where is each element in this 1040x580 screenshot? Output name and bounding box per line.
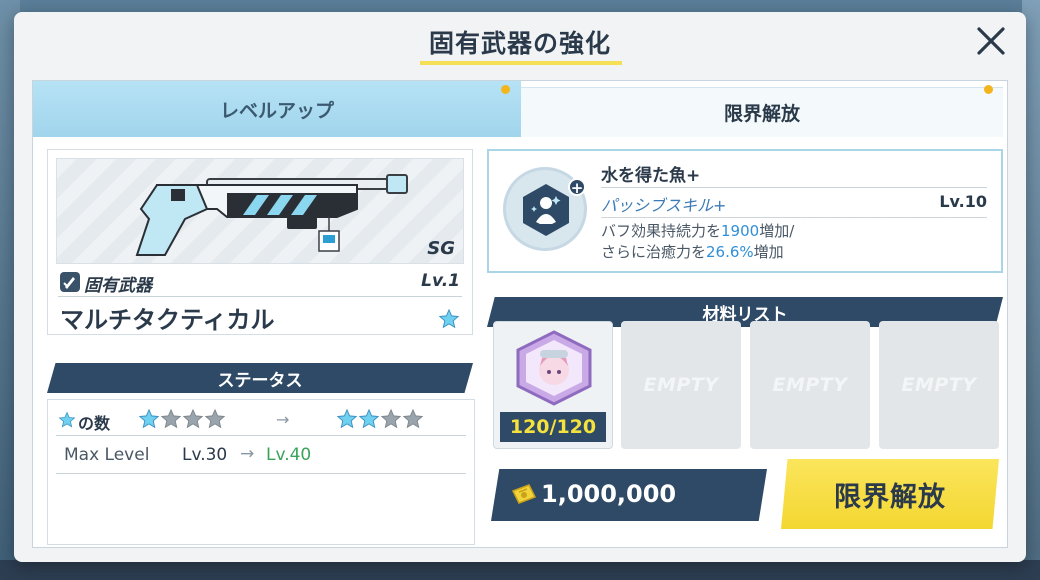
star-icon	[58, 411, 76, 428]
material-slot-empty[interactable]: EMPTY	[750, 321, 870, 449]
title-underline	[420, 61, 622, 65]
skill-level: Lv.10	[939, 192, 987, 211]
shotgun-icon	[135, 174, 408, 256]
material-slot[interactable]: 120/120	[493, 321, 613, 449]
dialog-header: 固有武器の強化	[14, 12, 1026, 78]
tab-level-up[interactable]: レベルアップ	[33, 81, 521, 137]
weapon-card: SG 固有武器 Lv.1 マルチタクティカル	[47, 149, 473, 335]
material-gem-icon	[516, 330, 592, 406]
stars-next	[336, 408, 424, 430]
close-icon	[977, 27, 1005, 55]
notification-dot	[984, 85, 993, 94]
weapon-level: Lv.1	[421, 271, 460, 291]
divider	[601, 217, 987, 218]
status-header: ステータス	[47, 363, 473, 393]
credit-icon	[511, 484, 537, 504]
notification-dot	[501, 85, 510, 94]
star-empty-icon	[402, 408, 424, 429]
weapon-category-row: 固有武器 Lv.1	[60, 270, 460, 296]
skill-desc-line1: バフ効果持続力を1900増加/	[601, 222, 795, 240]
star-count-label: の数	[78, 414, 111, 433]
star-icon	[438, 308, 460, 329]
passive-skill-icon	[523, 184, 569, 236]
weapon-image: SG	[56, 158, 464, 264]
arrow-icon: →	[276, 410, 290, 429]
max-level-next: Lv.40	[266, 445, 312, 465]
divider	[58, 296, 462, 297]
skill-type: パッシブスキル+	[601, 196, 727, 215]
skill-card: + 水を得た魚+ パッシブスキル+ Lv.10 バフ効果持続力を1900増加/ …	[487, 149, 1003, 273]
close-button[interactable]	[974, 24, 1008, 58]
star-filled-icon	[358, 408, 380, 429]
dialog-title: 固有武器の強化	[428, 29, 611, 58]
skill-description: バフ効果持続力を1900増加/ さらに治癒力を26.6%増加	[601, 221, 794, 263]
material-slot-empty[interactable]: EMPTY	[621, 321, 741, 449]
weapon-enhance-dialog: 固有武器の強化 レベルアップ 限界解放 SG 固有武器 Lv.1 マルチタクティ…	[14, 12, 1026, 562]
weapon-class-label: SG	[427, 238, 455, 259]
skill-icon: +	[503, 167, 587, 251]
limit-break-button[interactable]: 限界解放	[781, 459, 999, 529]
unique-weapon-icon	[60, 272, 80, 292]
star-filled-icon	[138, 408, 160, 429]
skill-name: 水を得た魚+	[601, 166, 701, 186]
cost-display: 1,000,000	[491, 469, 767, 521]
skill-desc-line2: さらに治癒力を26.6%増加	[601, 243, 784, 261]
tab-limit-break[interactable]: 限界解放	[521, 87, 1003, 137]
status-table: の数 → Max Level Lv.30 → Lv.40	[47, 399, 475, 545]
star-empty-icon	[380, 408, 402, 429]
cost-value: 1,000,000	[541, 480, 677, 508]
material-count: 120/120	[500, 412, 606, 442]
max-level-row: Max Level Lv.30 → Lv.40	[56, 438, 466, 474]
star-empty-icon	[204, 408, 226, 429]
max-level-current: Lv.30	[182, 445, 228, 465]
star-empty-icon	[182, 408, 204, 429]
stars-current	[138, 408, 226, 430]
plus-icon: +	[568, 178, 586, 197]
divider	[601, 187, 987, 188]
star-row: の数 →	[56, 404, 466, 436]
background-bottom	[0, 560, 1040, 580]
star-empty-icon	[160, 408, 182, 429]
tab-bar: レベルアップ 限界解放	[33, 81, 1007, 137]
weapon-name: マルチタクティカル	[60, 306, 275, 334]
material-slot-empty[interactable]: EMPTY	[879, 321, 999, 449]
star-filled-icon	[336, 408, 358, 429]
weapon-category: 固有武器	[84, 276, 152, 296]
content-panel: レベルアップ 限界解放 SG 固有武器 Lv.1 マルチタクティカル ステータス…	[32, 80, 1008, 548]
max-level-label: Max Level	[64, 445, 150, 465]
arrow-icon: →	[240, 444, 255, 464]
